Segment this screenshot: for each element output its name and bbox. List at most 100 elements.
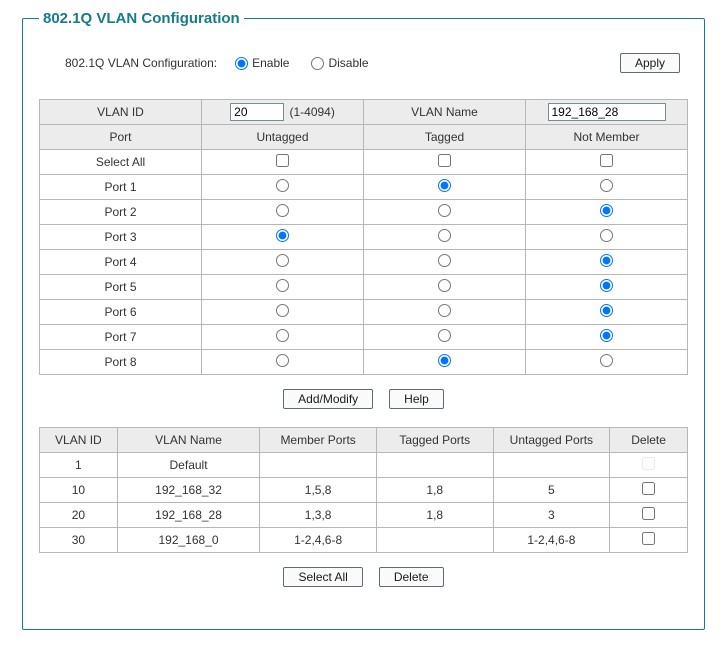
- port-label: Port 1: [40, 175, 202, 200]
- disable-radio-input[interactable]: [311, 57, 324, 70]
- enable-radio[interactable]: Enable: [235, 56, 289, 70]
- help-button[interactable]: Help: [389, 389, 444, 409]
- hdr-vlan-name: VLAN Name: [364, 100, 526, 125]
- vlan-row: 30192_168_01-2,4,6-81-2,4,6-8: [40, 528, 688, 553]
- vlan-id-range: (1-4094): [289, 105, 334, 119]
- port-row: Port 7: [40, 325, 688, 350]
- port-label: Port 4: [40, 250, 202, 275]
- hdr-notmember: Not Member: [526, 125, 688, 150]
- mid-actions: Add/Modify Help: [39, 389, 688, 409]
- port-row: Port 8: [40, 350, 688, 375]
- port-notmember-radio[interactable]: [600, 329, 613, 342]
- disable-radio-label: Disable: [328, 56, 368, 70]
- port-tagged-radio[interactable]: [438, 304, 451, 317]
- fieldset-legend: 802.1Q VLAN Configuration: [39, 10, 244, 27]
- port-notmember-radio[interactable]: [600, 279, 613, 292]
- port-untagged-radio[interactable]: [276, 179, 289, 192]
- port-notmember-radio[interactable]: [600, 179, 613, 192]
- port-untagged-radio[interactable]: [276, 354, 289, 367]
- select-all-button[interactable]: Select All: [283, 567, 362, 587]
- vlan-row: 20192_168_281,3,81,83: [40, 503, 688, 528]
- port-tagged-radio[interactable]: [438, 329, 451, 342]
- vlan-untagged-cell: 3: [493, 503, 610, 528]
- vlan-delete-checkbox[interactable]: [642, 507, 655, 520]
- lh-tagged: Tagged Ports: [376, 428, 493, 453]
- port-untagged-radio[interactable]: [276, 304, 289, 317]
- vlan-delete-checkbox[interactable]: [642, 482, 655, 495]
- vlan-id-cell: 10: [40, 478, 118, 503]
- vlan-name-cell: Default: [117, 453, 260, 478]
- vlan-name-cell: 192_168_28: [117, 503, 260, 528]
- vlan-member-cell: 1,5,8: [260, 478, 377, 503]
- port-tagged-radio[interactable]: [438, 279, 451, 292]
- port-notmember-radio[interactable]: [600, 254, 613, 267]
- port-label: Port 5: [40, 275, 202, 300]
- lh-vlan-id: VLAN ID: [40, 428, 118, 453]
- select-all-tagged[interactable]: [438, 154, 451, 167]
- vlan-delete-checkbox[interactable]: [642, 532, 655, 545]
- lh-delete: Delete: [610, 428, 688, 453]
- vlan-tagged-cell: 1,8: [376, 478, 493, 503]
- vlan-name-cell: 192_168_32: [117, 478, 260, 503]
- lh-vlan-name: VLAN Name: [117, 428, 260, 453]
- vlan-untagged-cell: 5: [493, 478, 610, 503]
- port-label: Port 3: [40, 225, 202, 250]
- port-label: Port 7: [40, 325, 202, 350]
- port-notmember-radio[interactable]: [600, 304, 613, 317]
- enable-radio-label: Enable: [252, 56, 289, 70]
- vlan-id-cell: 1: [40, 453, 118, 478]
- hdr-untagged: Untagged: [202, 125, 364, 150]
- port-untagged-radio[interactable]: [276, 204, 289, 217]
- select-all-label: Select All: [40, 150, 202, 175]
- port-notmember-radio[interactable]: [600, 204, 613, 217]
- cell-vlan-name-input: [526, 100, 688, 125]
- vlan-id-cell: 20: [40, 503, 118, 528]
- vlan-untagged-cell: [493, 453, 610, 478]
- hdr-port: Port: [40, 125, 202, 150]
- vlan-id-input[interactable]: [230, 103, 284, 121]
- vlan-delete-cell: [610, 453, 688, 478]
- vlan-delete-cell: [610, 478, 688, 503]
- lh-untagged: Untagged Ports: [493, 428, 610, 453]
- port-notmember-radio[interactable]: [600, 229, 613, 242]
- vlan-delete-cell: [610, 528, 688, 553]
- port-row: Port 4: [40, 250, 688, 275]
- port-tagged-radio[interactable]: [438, 229, 451, 242]
- port-label: Port 6: [40, 300, 202, 325]
- port-untagged-radio[interactable]: [276, 254, 289, 267]
- port-row: Port 5: [40, 275, 688, 300]
- select-all-notmember[interactable]: [600, 154, 613, 167]
- disable-radio[interactable]: Disable: [311, 56, 368, 70]
- delete-button[interactable]: Delete: [379, 567, 444, 587]
- port-notmember-radio[interactable]: [600, 354, 613, 367]
- enable-label: 802.1Q VLAN Configuration:: [65, 56, 217, 70]
- apply-button[interactable]: Apply: [620, 53, 680, 73]
- port-tagged-radio[interactable]: [438, 354, 451, 367]
- vlan-config-fieldset: 802.1Q VLAN Configuration 802.1Q VLAN Co…: [22, 10, 705, 630]
- vlan-tagged-cell: 1,8: [376, 503, 493, 528]
- vlan-row: 10192_168_321,5,81,85: [40, 478, 688, 503]
- port-row: Port 6: [40, 300, 688, 325]
- port-tagged-radio[interactable]: [438, 204, 451, 217]
- vlan-member-cell: 1-2,4,6-8: [260, 528, 377, 553]
- vlan-name-cell: 192_168_0: [117, 528, 260, 553]
- port-untagged-radio[interactable]: [276, 229, 289, 242]
- port-untagged-radio[interactable]: [276, 279, 289, 292]
- port-label: Port 2: [40, 200, 202, 225]
- vlan-name-input[interactable]: [548, 103, 666, 121]
- select-all-untagged[interactable]: [276, 154, 289, 167]
- port-row: Port 1: [40, 175, 688, 200]
- hdr-vlan-id: VLAN ID: [40, 100, 202, 125]
- vlan-delete-cell: [610, 503, 688, 528]
- hdr-tagged: Tagged: [364, 125, 526, 150]
- port-tagged-radio[interactable]: [438, 254, 451, 267]
- port-label: Port 8: [40, 350, 202, 375]
- bottom-actions: Select All Delete: [39, 567, 688, 587]
- vlan-untagged-cell: 1-2,4,6-8: [493, 528, 610, 553]
- enable-radio-input[interactable]: [235, 57, 248, 70]
- vlan-tagged-cell: [376, 528, 493, 553]
- port-untagged-radio[interactable]: [276, 329, 289, 342]
- lh-member: Member Ports: [260, 428, 377, 453]
- port-tagged-radio[interactable]: [438, 179, 451, 192]
- add-modify-button[interactable]: Add/Modify: [283, 389, 373, 409]
